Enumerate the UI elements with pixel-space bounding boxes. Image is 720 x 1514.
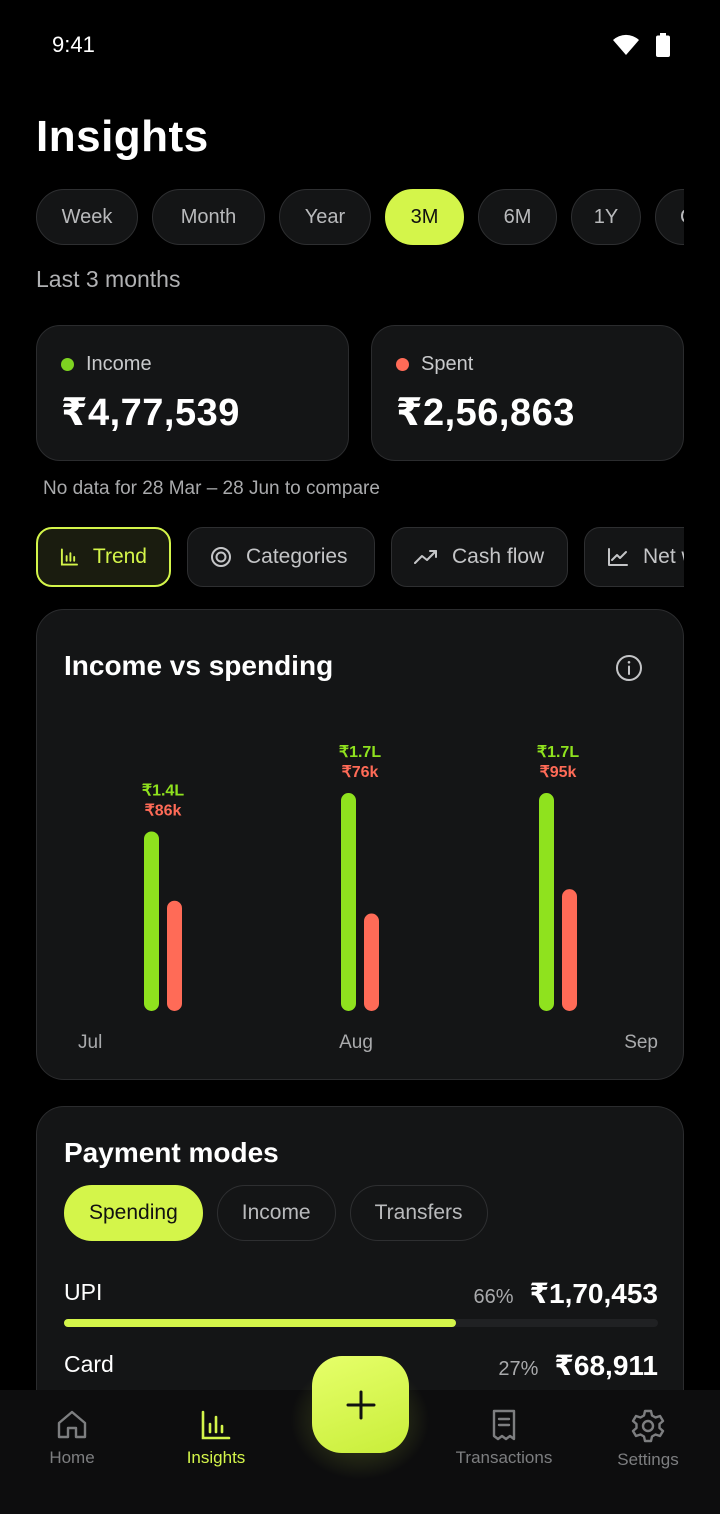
nav-settings[interactable]: Settings bbox=[578, 1408, 718, 1470]
spent-dot bbox=[396, 358, 409, 371]
nav-transactions-label: Transactions bbox=[455, 1448, 553, 1467]
receipt-icon bbox=[492, 1409, 516, 1441]
x-tick-label: Sep bbox=[624, 1032, 658, 1053]
spent-bar-aug[interactable] bbox=[364, 913, 379, 1011]
nav-transactions[interactable]: Transactions bbox=[434, 1408, 574, 1468]
income-card[interactable]: Income ₹4,77,539 bbox=[36, 325, 349, 461]
income-value-label: ₹1.7L bbox=[339, 744, 381, 761]
wifi-icon bbox=[613, 34, 639, 55]
spent-value-label: ₹95k bbox=[540, 764, 577, 781]
income-bar-jul[interactable] bbox=[144, 831, 159, 1011]
x-tick-label: Jul bbox=[78, 1032, 102, 1053]
range-custom[interactable]: C bbox=[655, 189, 684, 245]
payment-modes-title: Payment modes bbox=[64, 1137, 279, 1168]
compare-note: No data for 28 Mar – 28 Jun to compare bbox=[43, 478, 380, 499]
payment-mode-bar-track bbox=[64, 1319, 658, 1327]
income-label: Income bbox=[86, 353, 152, 375]
range-year[interactable]: Year bbox=[279, 189, 371, 245]
payment-mode-percent: 66% bbox=[473, 1286, 514, 1308]
range-caption: Last 3 months bbox=[36, 266, 181, 292]
add-transaction-button[interactable] bbox=[312, 1356, 409, 1453]
nav-insights[interactable]: Insights bbox=[146, 1408, 286, 1468]
income-bar-aug[interactable] bbox=[341, 793, 356, 1011]
income-vs-spending-card: ₹1.4L ₹86k Jul ₹1.7L ₹76k Aug ₹1.7L ₹95k Sep Inc… bbox=[36, 609, 684, 1080]
payment-mode-bar-fill bbox=[64, 1319, 457, 1327]
income-value-label: ₹1.4L bbox=[142, 782, 184, 799]
battery-icon bbox=[656, 33, 670, 57]
payment-mode-percent: 27% bbox=[498, 1358, 539, 1380]
income-value-label: ₹1.7L bbox=[537, 744, 579, 761]
payment-modes-filters: Spending Income Transfers bbox=[64, 1185, 488, 1241]
payment-mode-amount: ₹68,911 bbox=[554, 1350, 658, 1381]
view-tabs: Trend Categories Cash flow Net w bbox=[36, 527, 684, 588]
spent-value: ₹2,56,863 bbox=[396, 392, 575, 434]
spent-bar-sep[interactable] bbox=[562, 889, 577, 1011]
page-title: Insights bbox=[36, 112, 209, 161]
payment-mode-name: Card bbox=[64, 1351, 114, 1377]
spent-card[interactable]: Spent ₹2,56,863 bbox=[371, 325, 684, 461]
nav-home[interactable]: Home bbox=[2, 1408, 142, 1468]
status-icons bbox=[612, 33, 670, 57]
tab-net-worth[interactable]: Net w bbox=[584, 527, 684, 587]
filter-income[interactable]: Income bbox=[216, 1185, 336, 1241]
nav-insights-label: Insights bbox=[186, 1448, 246, 1467]
spent-value-label: ₹76k bbox=[342, 764, 379, 781]
plus-icon bbox=[346, 1390, 375, 1419]
payment-mode-figures: 66% ₹1,70,453 bbox=[473, 1277, 658, 1310]
income-value: ₹4,77,539 bbox=[61, 392, 240, 434]
chart-title: Income vs spending bbox=[64, 650, 334, 681]
income-bar-sep[interactable] bbox=[539, 793, 554, 1011]
filter-spending[interactable]: Spending bbox=[64, 1185, 203, 1241]
spent-value-label: ₹86k bbox=[145, 802, 182, 819]
line-chart-icon bbox=[608, 548, 628, 566]
status-bar: 9:41 bbox=[0, 0, 720, 90]
tab-categories[interactable]: Categories bbox=[187, 527, 375, 587]
spent-label-row: Spent bbox=[396, 353, 473, 376]
payment-mode-figures: 27% ₹68,911 bbox=[498, 1349, 658, 1382]
tab-cash-flow[interactable]: Cash flow bbox=[391, 527, 568, 587]
filter-transfers[interactable]: Transfers bbox=[349, 1185, 488, 1241]
gear-icon bbox=[631, 1409, 665, 1443]
payment-mode-amount: ₹1,70,453 bbox=[529, 1278, 658, 1309]
range-month[interactable]: Month bbox=[152, 189, 265, 245]
home-icon bbox=[57, 1410, 87, 1439]
info-icon[interactable] bbox=[615, 654, 643, 682]
x-tick-label: Aug bbox=[339, 1032, 373, 1053]
spent-bar-jul[interactable] bbox=[167, 900, 182, 1011]
nav-settings-label: Settings bbox=[617, 1450, 679, 1469]
tab-net-worth-label: Net w bbox=[643, 545, 684, 568]
income-label-row: Income bbox=[61, 353, 152, 376]
income-dot bbox=[61, 358, 74, 371]
range-selector: Week Month Year 3M 6M 1Y C bbox=[36, 189, 684, 245]
bar-chart-icon bbox=[201, 1410, 231, 1440]
tab-trend[interactable]: Trend bbox=[36, 527, 171, 587]
payment-mode-name: UPI bbox=[64, 1279, 103, 1305]
status-time: 9:41 bbox=[52, 32, 95, 57]
range-3m[interactable]: 3M bbox=[385, 189, 464, 245]
tab-trend-label: Trend bbox=[92, 545, 147, 568]
tab-categories-label: Categories bbox=[246, 545, 348, 568]
trending-up-icon bbox=[414, 550, 437, 564]
range-6m[interactable]: 6M bbox=[478, 189, 557, 245]
spent-label: Spent bbox=[421, 353, 474, 375]
range-1y[interactable]: 1Y bbox=[571, 189, 641, 245]
tab-cash-flow-label: Cash flow bbox=[452, 545, 545, 568]
bar-chart-icon bbox=[60, 548, 78, 566]
target-icon bbox=[211, 547, 231, 567]
range-week[interactable]: Week bbox=[36, 189, 138, 245]
nav-home-label: Home bbox=[49, 1448, 95, 1467]
